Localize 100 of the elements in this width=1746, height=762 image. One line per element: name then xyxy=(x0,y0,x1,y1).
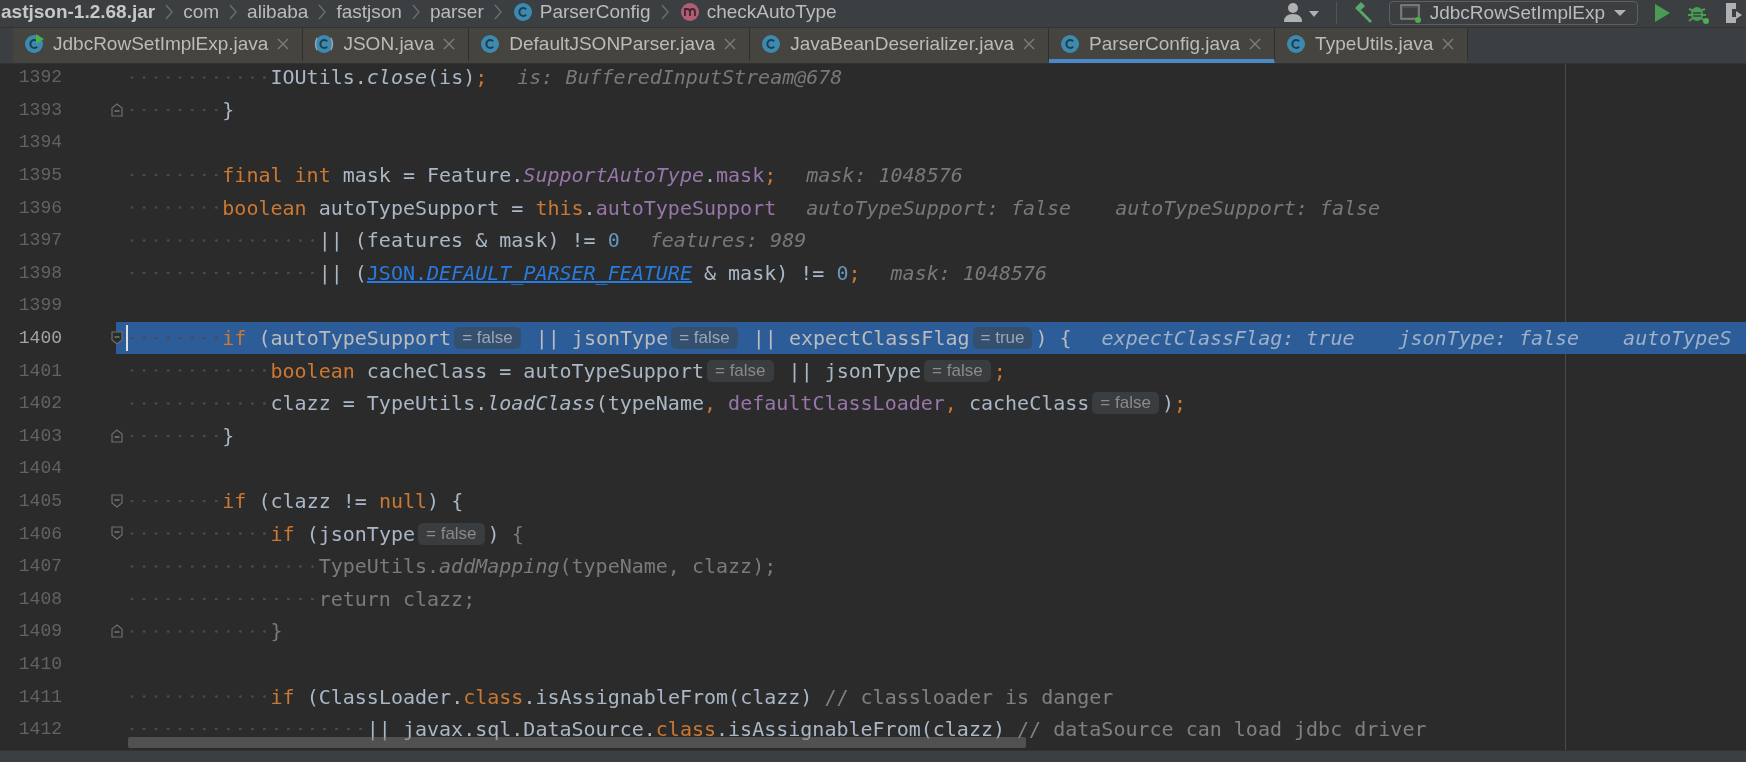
line-number: 1405 xyxy=(17,491,62,511)
line-number: 1403 xyxy=(17,425,62,446)
code-text: TypeUtils.addMapping(typeName, clazz); xyxy=(318,554,777,579)
run-icon[interactable] xyxy=(1652,2,1672,24)
line-number: 1411 xyxy=(17,686,62,707)
inline-value-hint: = false xyxy=(671,327,738,350)
runnable-class-icon xyxy=(23,32,45,55)
editor-tab[interactable]: JavaBeanDeserializer.java xyxy=(750,28,1050,63)
user-icon[interactable] xyxy=(1281,2,1322,24)
run-configuration-dropdown[interactable]: JdbcRowSetImplExp xyxy=(1388,1,1638,25)
inline-value-hint: = false xyxy=(707,359,774,382)
line-number: 1397 xyxy=(17,230,62,251)
chevron-icon xyxy=(318,4,327,20)
fold-icon[interactable] xyxy=(111,330,123,345)
fold-icon[interactable] xyxy=(111,428,123,443)
breadcrumb-item[interactable]: ParserConfig xyxy=(539,1,651,23)
code-text: IOUtils.close(is); xyxy=(270,65,488,90)
code-text: || jsonType xyxy=(787,358,922,383)
line-number: 1393 xyxy=(17,99,62,120)
close-icon[interactable] xyxy=(1022,36,1037,51)
code-text: || expectClassFlag xyxy=(751,326,970,351)
editor-tab[interactable]: JSON.java xyxy=(303,28,470,63)
fold-icon[interactable] xyxy=(111,526,123,541)
class-icon xyxy=(1285,32,1308,55)
line-number: 1406 xyxy=(17,523,62,544)
chevron-icon xyxy=(229,4,238,20)
application-icon xyxy=(1399,3,1422,23)
close-icon[interactable] xyxy=(723,36,738,51)
inline-value-hint: = false xyxy=(454,327,521,350)
close-icon[interactable] xyxy=(276,36,291,51)
code-text: boolean autoTypeSupport = this.autoTypeSupport xyxy=(222,195,777,220)
code-text: if (jsonType xyxy=(270,521,415,546)
line-number: 1412 xyxy=(17,719,62,740)
code-text: } xyxy=(270,619,283,644)
line-number: 1396 xyxy=(17,197,62,218)
inline-value-hint: = true xyxy=(972,327,1033,350)
fold-icon[interactable] xyxy=(111,102,123,117)
chevron-icon xyxy=(411,4,420,20)
close-icon[interactable] xyxy=(1441,36,1456,51)
chevron-icon xyxy=(493,4,502,20)
code-text: if (clazz != null) { xyxy=(222,489,464,513)
breadcrumb-item[interactable]: astjson-1.2.68.jar xyxy=(1,1,156,23)
code-text: || jsonType xyxy=(534,326,669,351)
debug-value-hint: autoTypeSupport: false xyxy=(806,195,1072,220)
breadcrumb-item[interactable]: checkAutoType xyxy=(706,1,837,23)
line-number: 1404 xyxy=(17,458,62,479)
line-number: 1409 xyxy=(17,621,62,642)
debug-value-hint: is: BufferedInputStream@678 xyxy=(517,65,843,90)
code-text: ) { xyxy=(1035,326,1072,351)
inline-value-hint: = false xyxy=(1092,392,1159,415)
code-text: } xyxy=(222,423,235,448)
code-text: clazz = TypeUtils.loadClass(typeName, defaultClassLoader, cacheClass xyxy=(270,391,1090,416)
debug-value-hint: mask: 1048576 xyxy=(806,163,963,188)
breadcrumb-item[interactable]: parser xyxy=(429,1,484,23)
code-text: } xyxy=(222,97,235,122)
code-text: if (ClassLoader.class.isAssignableFrom(clazz) // classloader is danger xyxy=(270,684,1114,709)
code-text: final int mask = Feature.SupportAutoType.mask; xyxy=(222,163,777,188)
library-class-icon xyxy=(313,32,336,55)
debug-value-hint: jsonType: false xyxy=(1398,326,1580,351)
editor-tab[interactable]: DefaultJSONParser.java xyxy=(469,28,751,63)
debug-value-hint: autoTypeS xyxy=(1623,326,1732,351)
breadcrumb-item[interactable]: com xyxy=(183,1,220,23)
class-icon xyxy=(1059,32,1082,55)
line-number: 1408 xyxy=(17,588,62,609)
code-text: || javax.sql.DataSource.class.isAssignableFrom(clazz) // dataSource can load jdbc driver xyxy=(366,717,1427,742)
caret-icon xyxy=(1613,9,1627,17)
breadcrumb-item[interactable]: alibaba xyxy=(247,1,309,23)
editor-tab[interactable]: JdbcRowSetImplExp.java xyxy=(13,28,304,63)
chevron-icon xyxy=(165,4,174,20)
class-icon xyxy=(511,1,534,23)
line-number: 1401 xyxy=(17,360,62,381)
line-number: 1402 xyxy=(17,393,62,414)
code-text: if (autoTypeSupport xyxy=(222,326,452,351)
code-text: || (JSON.DEFAULT_PARSER_FEATURE & mask) != 0; xyxy=(318,260,861,285)
code-text: ) { xyxy=(487,521,524,546)
line-number: 1398 xyxy=(17,262,62,283)
editor-tab[interactable]: TypeUtils.java xyxy=(1275,28,1469,63)
line-number: 1392 xyxy=(17,67,62,88)
inline-value-hint: = false xyxy=(418,522,485,545)
fold-icon[interactable] xyxy=(111,624,123,639)
editor-tab[interactable]: ParserConfig.java xyxy=(1049,28,1276,63)
line-number: 1395 xyxy=(17,165,62,186)
debug-value-hint: autoTypeSupport: false xyxy=(1115,195,1381,220)
class-icon xyxy=(479,32,502,55)
chevron-icon xyxy=(660,4,669,20)
code-text: ; xyxy=(993,358,1006,383)
debug-value-hint: expectClassFlag: true xyxy=(1101,326,1355,351)
breadcrumb-item[interactable]: fastjson xyxy=(336,1,402,23)
debug-value-hint: features: 989 xyxy=(649,228,807,253)
fold-icon[interactable] xyxy=(111,493,123,508)
inline-value-hint: = false xyxy=(924,359,991,382)
code-text: return clazz; xyxy=(318,586,476,611)
coverage-icon[interactable] xyxy=(1724,1,1742,25)
code-text: boolean cacheClass = autoTypeSupport xyxy=(270,358,704,383)
close-icon[interactable] xyxy=(1248,36,1263,51)
close-icon[interactable] xyxy=(442,36,457,51)
line-number: 1407 xyxy=(17,556,62,577)
line-number: 1394 xyxy=(17,132,62,153)
class-icon xyxy=(760,32,783,55)
code-text: || (features & mask) != 0 xyxy=(318,228,620,253)
